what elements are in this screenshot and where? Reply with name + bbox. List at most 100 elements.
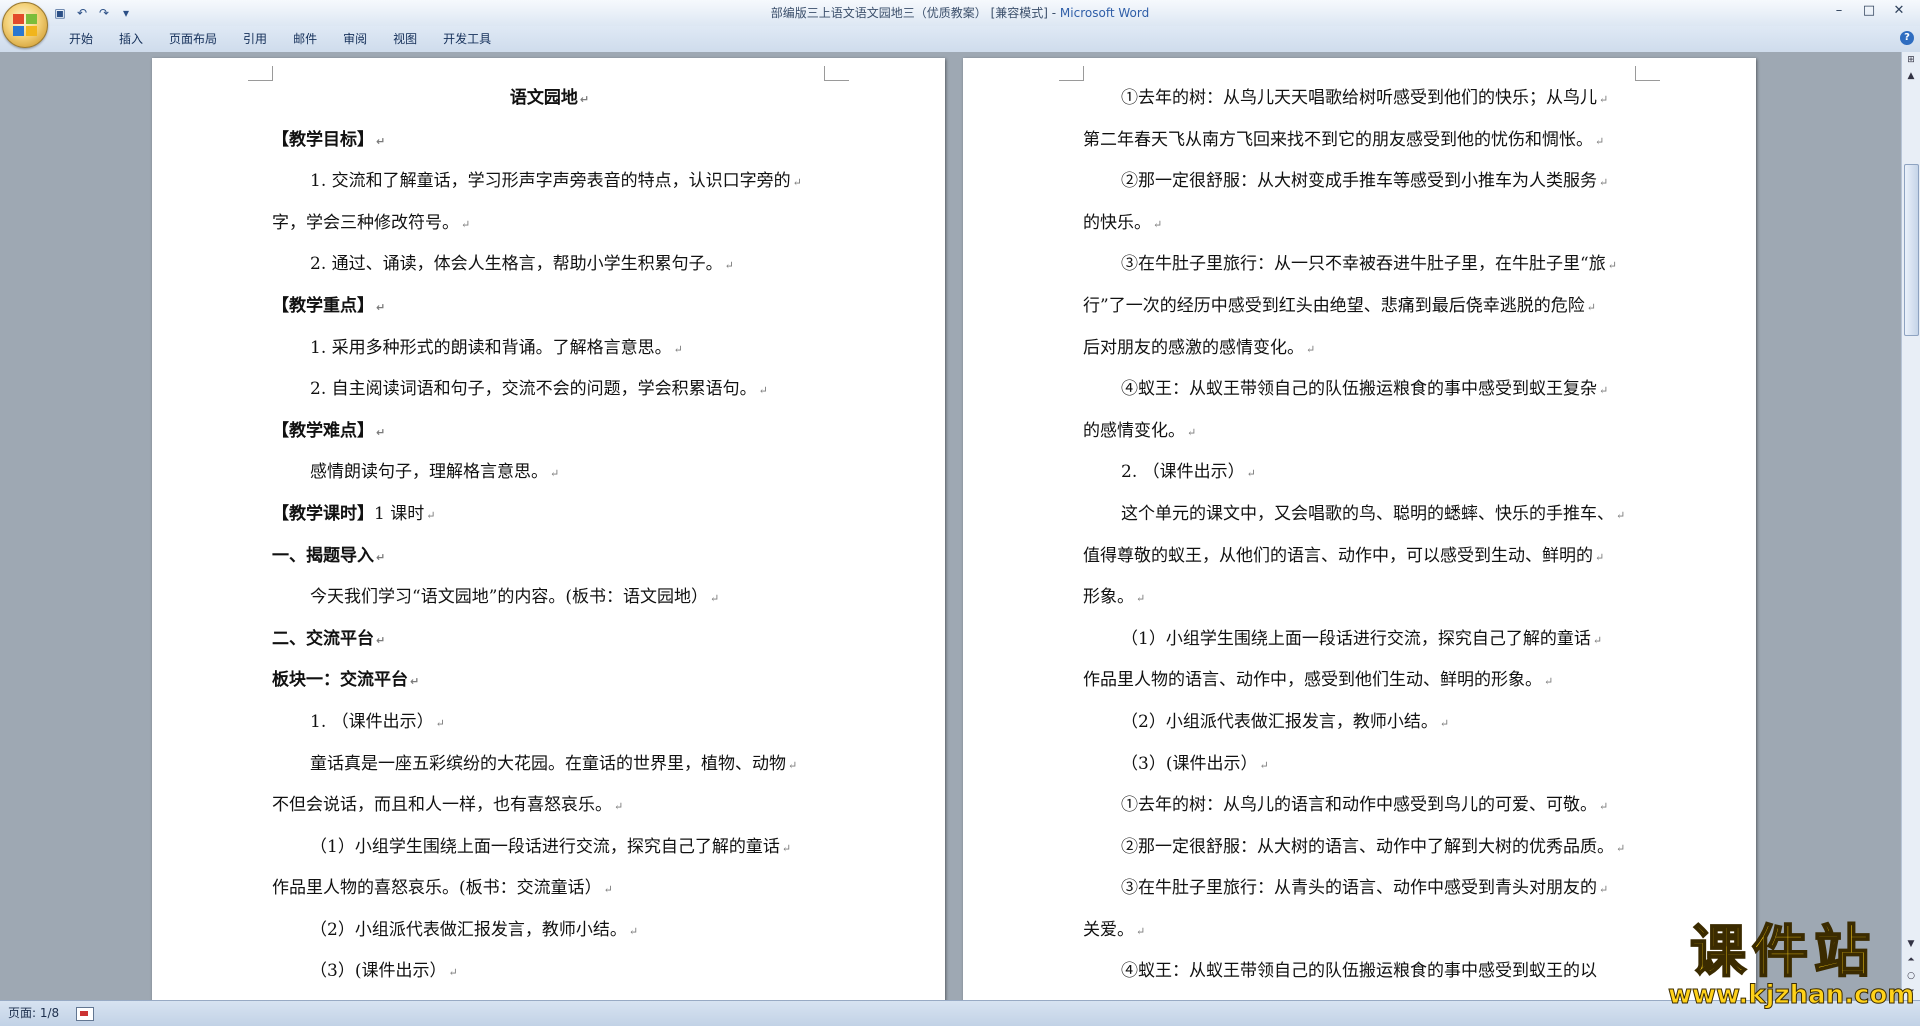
paragraph-mark-icon: ↵ — [435, 716, 445, 730]
maximize-icon[interactable]: □ — [1854, 0, 1884, 22]
line-text: ①去年的树：从鸟儿天天唱歌给树听感受到他们的快乐；从鸟儿 — [1121, 88, 1597, 108]
paragraph-line: 的快乐。 ↵ — [1083, 203, 1638, 245]
line-text: （1）小组学生围绕上面一段话进行交流，探究自己了解的童话 — [310, 836, 780, 857]
line-text: ②那一定很舒服：从大树变成手推车等感受到小推车为人类服务 — [1121, 171, 1597, 192]
ribbon-tab[interactable]: 插入 — [106, 26, 156, 52]
paragraph-mark-icon: ↵ — [1153, 217, 1163, 231]
paragraph-line: 【教学课时】1 课时 ↵ — [272, 494, 827, 536]
help-icon[interactable]: ? — [1900, 31, 1914, 45]
paragraph-line: 【教学难点】 ↵ — [272, 411, 827, 453]
line-text: 二、交流平台 — [272, 628, 374, 649]
macro-record-icon[interactable] — [76, 1007, 94, 1021]
line-text: 的感情变化。 — [1083, 420, 1185, 441]
line-text: 板块一：交流平台 — [272, 670, 408, 691]
watermark-url: www.kjzhan.com — [1668, 980, 1915, 1010]
line-text: 1 课时 — [374, 503, 425, 524]
app-name: Microsoft Word — [1059, 6, 1150, 20]
ribbon-tab[interactable]: 开始 — [56, 26, 106, 52]
window-title: 部编版三上语文语文园地三（优质教案） [兼容模式] - Microsoft Wo… — [0, 0, 1920, 26]
watermark-logo: 课件站 www.kjzhan.com — [1668, 920, 1915, 1010]
paragraph-mark-icon: ↵ — [758, 384, 768, 398]
line-text: 语文园地 — [509, 88, 578, 108]
line-text: 作品里人物的喜怒哀乐。(板书：交流童话） — [272, 878, 602, 899]
watermark-text: 课件站 — [1689, 920, 1876, 985]
status-bar: 页面: 1/8 — [0, 1000, 1920, 1026]
paragraph-line: ④蚁王：从蚁王带领自己的队伍搬运粮食的事中感受到蚁王的以 — [1083, 951, 1638, 993]
line-text: ①去年的树：从鸟儿的语言和动作中感受到鸟儿的可爱、可敬。 — [1121, 795, 1597, 816]
ribbon-tab[interactable]: 页面布局 — [156, 26, 230, 52]
paragraph-line: 的感情变化。 ↵ — [1083, 411, 1638, 453]
paragraph-line: （3）(课件出示） ↵ — [1083, 744, 1638, 786]
paragraph-mark-icon: ↵ — [1616, 508, 1626, 522]
window-controls: – □ ✕ — [1824, 0, 1914, 26]
page-2-text[interactable]: ①去年的树：从鸟儿天天唱歌给树听感受到他们的快乐；从鸟儿 ↵ 第二年春天飞从南方飞回… — [1083, 78, 1638, 993]
previous-page-icon[interactable]: ⏶ — [1902, 952, 1920, 968]
paragraph-line: ③在牛肚子里旅行：从青头的语言、动作中感受到青头对朋友的 ↵ — [1083, 868, 1638, 910]
line-text: 关爱。 — [1083, 919, 1134, 940]
page-count[interactable]: 页面: 1/8 — [8, 1001, 59, 1026]
paragraph-mark-icon: ↵ — [376, 633, 386, 647]
paragraph-line: 感情朗读句子，理解格言意思。 ↵ — [272, 452, 827, 494]
paragraph-mark-icon: ↵ — [724, 259, 734, 273]
margin-corner-mark — [824, 66, 849, 81]
paragraph-line: 2. 通过、诵读，体会人生格言，帮助小学生积累句子。 ↵ — [272, 244, 827, 286]
line-text: ④蚁王：从蚁王带领自己的队伍搬运粮食的事中感受到蚁王的以 — [1121, 961, 1597, 982]
paragraph-line: 作品里人物的语言、动作中，感受到他们生动、鲜明的形象。 ↵ — [1083, 660, 1638, 702]
page-1[interactable]: 语文园地 ↵ 【教学目标】 ↵ 1. 交流和了解童话，学习形声字声旁表音的特点，认识口字… — [152, 58, 945, 1000]
line-text: 后对朋友的感激的感情变化。 — [1083, 337, 1304, 358]
scroll-down-icon[interactable]: ▼ — [1902, 936, 1920, 952]
close-icon[interactable]: ✕ — [1884, 0, 1914, 22]
ribbon-tab[interactable]: 审阅 — [330, 26, 380, 52]
margin-corner-mark — [1059, 66, 1084, 81]
paragraph-line: 语文园地 ↵ — [272, 78, 827, 120]
paragraph-line: 作品里人物的喜怒哀乐。(板书：交流童话） ↵ — [272, 868, 827, 910]
line-text: 这个单元的课文中，又会唱歌的鸟、聪明的蟋蟀、快乐的手推车、 — [1121, 503, 1614, 524]
paragraph-line: 值得尊敬的蚁王，从他们的语言、动作中，可以感受到生动、鲜明的 ↵ — [1083, 536, 1638, 578]
paragraph-mark-icon: ↵ — [1136, 592, 1146, 606]
scroll-thumb[interactable] — [1904, 164, 1919, 336]
vertical-scrollbar[interactable]: ⊞ ▲ ▼ ⏶ ○ ⏷ — [1901, 52, 1920, 1000]
office-button[interactable] — [2, 2, 48, 48]
paragraph-mark-icon: ↵ — [614, 800, 624, 814]
paragraph-mark-icon: ↵ — [1599, 883, 1609, 897]
paragraph-line: 1. 采用多种形式的朗读和背诵。了解格言意思。 ↵ — [272, 328, 827, 370]
paragraph-mark-icon: ↵ — [1616, 841, 1626, 855]
line-bold-prefix: 【教学课时】 — [272, 503, 374, 524]
paragraph-mark-icon: ↵ — [1136, 924, 1146, 938]
line-text: 2. 自主阅读词语和句子，交流不会的问题，学会积累语句。 — [310, 379, 757, 400]
paragraph-mark-icon: ↵ — [376, 550, 386, 564]
paragraph-mark-icon: ↵ — [448, 966, 458, 980]
line-text: 【教学目标】 — [272, 129, 374, 150]
office-logo-icon — [13, 14, 37, 36]
paragraph-mark-icon: ↵ — [1599, 176, 1609, 190]
line-text: 2. 通过、诵读，体会人生格言，帮助小学生积累句子。 — [310, 254, 723, 275]
page-1-text[interactable]: 语文园地 ↵ 【教学目标】 ↵ 1. 交流和了解童话，学习形声字声旁表音的特点，认识口字… — [272, 78, 827, 993]
paragraph-line: 行”了一次的经历中感受到红头由绝望、悲痛到最后侥幸逃脱的危险 ↵ — [1083, 286, 1638, 328]
line-text: ②那一定很舒服：从大树的语言、动作中了解到大树的优秀品质。 — [1121, 836, 1614, 857]
line-text: 第二年春天飞从南方飞回来找不到它的朋友感受到他的忧伤和惆怅。 — [1083, 129, 1593, 150]
ruler-toggle-icon[interactable]: ⊞ — [1902, 52, 1920, 68]
paragraph-line: ④蚁王：从蚁王带领自己的队伍搬运粮食的事中感受到蚁王复杂 ↵ — [1083, 369, 1638, 411]
paragraph-mark-icon: ↵ — [1187, 425, 1197, 439]
paragraph-mark-icon: ↵ — [1599, 384, 1609, 398]
paragraph-line: 不但会说话，而且和人一样，也有喜怒哀乐。 ↵ — [272, 785, 827, 827]
ribbon-tab[interactable]: 引用 — [230, 26, 280, 52]
line-text: 值得尊敬的蚁王，从他们的语言、动作中，可以感受到生动、鲜明的 — [1083, 545, 1593, 566]
paragraph-mark-icon: ↵ — [1544, 675, 1554, 689]
ribbon-tab[interactable]: 邮件 — [280, 26, 330, 52]
minimize-icon[interactable]: – — [1824, 0, 1854, 22]
document-title: 部编版三上语文语文园地三（优质教案） [兼容模式] - — [770, 6, 1060, 20]
line-text: 作品里人物的语言、动作中，感受到他们生动、鲜明的形象。 — [1083, 670, 1542, 691]
paragraph-mark-icon: ↵ — [603, 883, 613, 897]
page-2[interactable]: ①去年的树：从鸟儿天天唱歌给树听感受到他们的快乐；从鸟儿 ↵ 第二年春天飞从南方飞回… — [963, 58, 1756, 1000]
ribbon-tab[interactable]: 视图 — [380, 26, 430, 52]
line-text: 感情朗读句子，理解格言意思。 — [310, 462, 548, 483]
paragraph-line: 2. 自主阅读词语和句子，交流不会的问题，学会积累语句。 ↵ — [272, 369, 827, 411]
scroll-up-icon[interactable]: ▲ — [1902, 68, 1920, 84]
margin-corner-mark — [248, 66, 273, 81]
ribbon-tab[interactable]: 开发工具 — [430, 26, 504, 52]
paragraph-mark-icon: ↵ — [461, 217, 471, 231]
line-text: 一、揭题导入 — [272, 545, 374, 566]
paragraph-mark-icon: ↵ — [1592, 633, 1603, 647]
document-area[interactable]: 语文园地 ↵ 【教学目标】 ↵ 1. 交流和了解童话，学习形声字声旁表音的特点，认识口字… — [0, 52, 1902, 1000]
